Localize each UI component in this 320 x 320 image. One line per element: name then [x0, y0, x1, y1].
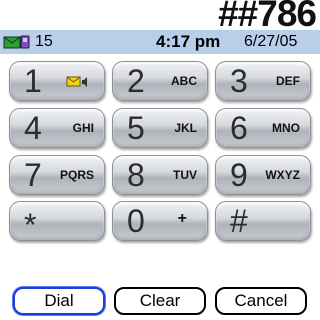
- key-8[interactable]: 8 TUV: [112, 155, 208, 195]
- status-bar: 15 4:17 pm 6/27/05: [0, 30, 320, 54]
- key-2[interactable]: 2 ABC: [112, 61, 208, 101]
- key-3[interactable]: 3 DEF: [215, 61, 311, 101]
- key-digit: 3: [230, 63, 248, 99]
- dial-button[interactable]: Dial: [13, 287, 105, 315]
- voicemail-envelope-icon: [66, 75, 90, 89]
- key-9[interactable]: 9 WXYZ: [215, 155, 311, 195]
- key-digit: #: [230, 203, 248, 239]
- key-hash[interactable]: #: [215, 201, 311, 241]
- key-0[interactable]: 0 +: [112, 201, 208, 241]
- key-digit: 1: [24, 63, 42, 99]
- key-star[interactable]: *: [9, 201, 105, 243]
- key-digit: 4: [24, 110, 42, 146]
- key-5[interactable]: 5 JKL: [112, 108, 208, 148]
- cancel-button[interactable]: Cancel: [215, 287, 307, 315]
- key-letters: JKL: [174, 121, 197, 135]
- key-letters: +: [177, 210, 187, 227]
- key-letters: MNO: [272, 121, 300, 135]
- key-digit: 0: [127, 203, 145, 239]
- status-time: 4:17 pm: [156, 32, 221, 51]
- key-digit: 2: [127, 63, 145, 99]
- key-digit: 5: [127, 110, 145, 146]
- envelope-phone-icon[interactable]: [3, 35, 31, 49]
- key-digit: *: [24, 207, 37, 243]
- key-digit: 9: [230, 157, 248, 193]
- key-letters: PQRS: [59, 168, 94, 182]
- key-6[interactable]: 6 MNO: [215, 108, 311, 148]
- key-4[interactable]: 4 GHI: [9, 108, 105, 148]
- key-digit: 8: [127, 157, 145, 193]
- key-letters: GHI: [72, 121, 94, 135]
- key-digit: 7: [24, 157, 42, 193]
- key-digit: 6: [230, 110, 248, 146]
- status-date: 6/27/05: [244, 33, 298, 50]
- key-letters: TUV: [173, 168, 197, 182]
- message-count: 15: [35, 33, 53, 50]
- dialed-number: ##786: [218, 0, 317, 34]
- key-letters: ABC: [171, 74, 197, 88]
- key-letters: DEF: [276, 74, 300, 88]
- key-1[interactable]: 1: [9, 61, 105, 101]
- clear-button[interactable]: Clear: [114, 287, 206, 315]
- key-7[interactable]: 7 PQRS: [9, 155, 105, 195]
- key-letters: WXYZ: [265, 168, 300, 182]
